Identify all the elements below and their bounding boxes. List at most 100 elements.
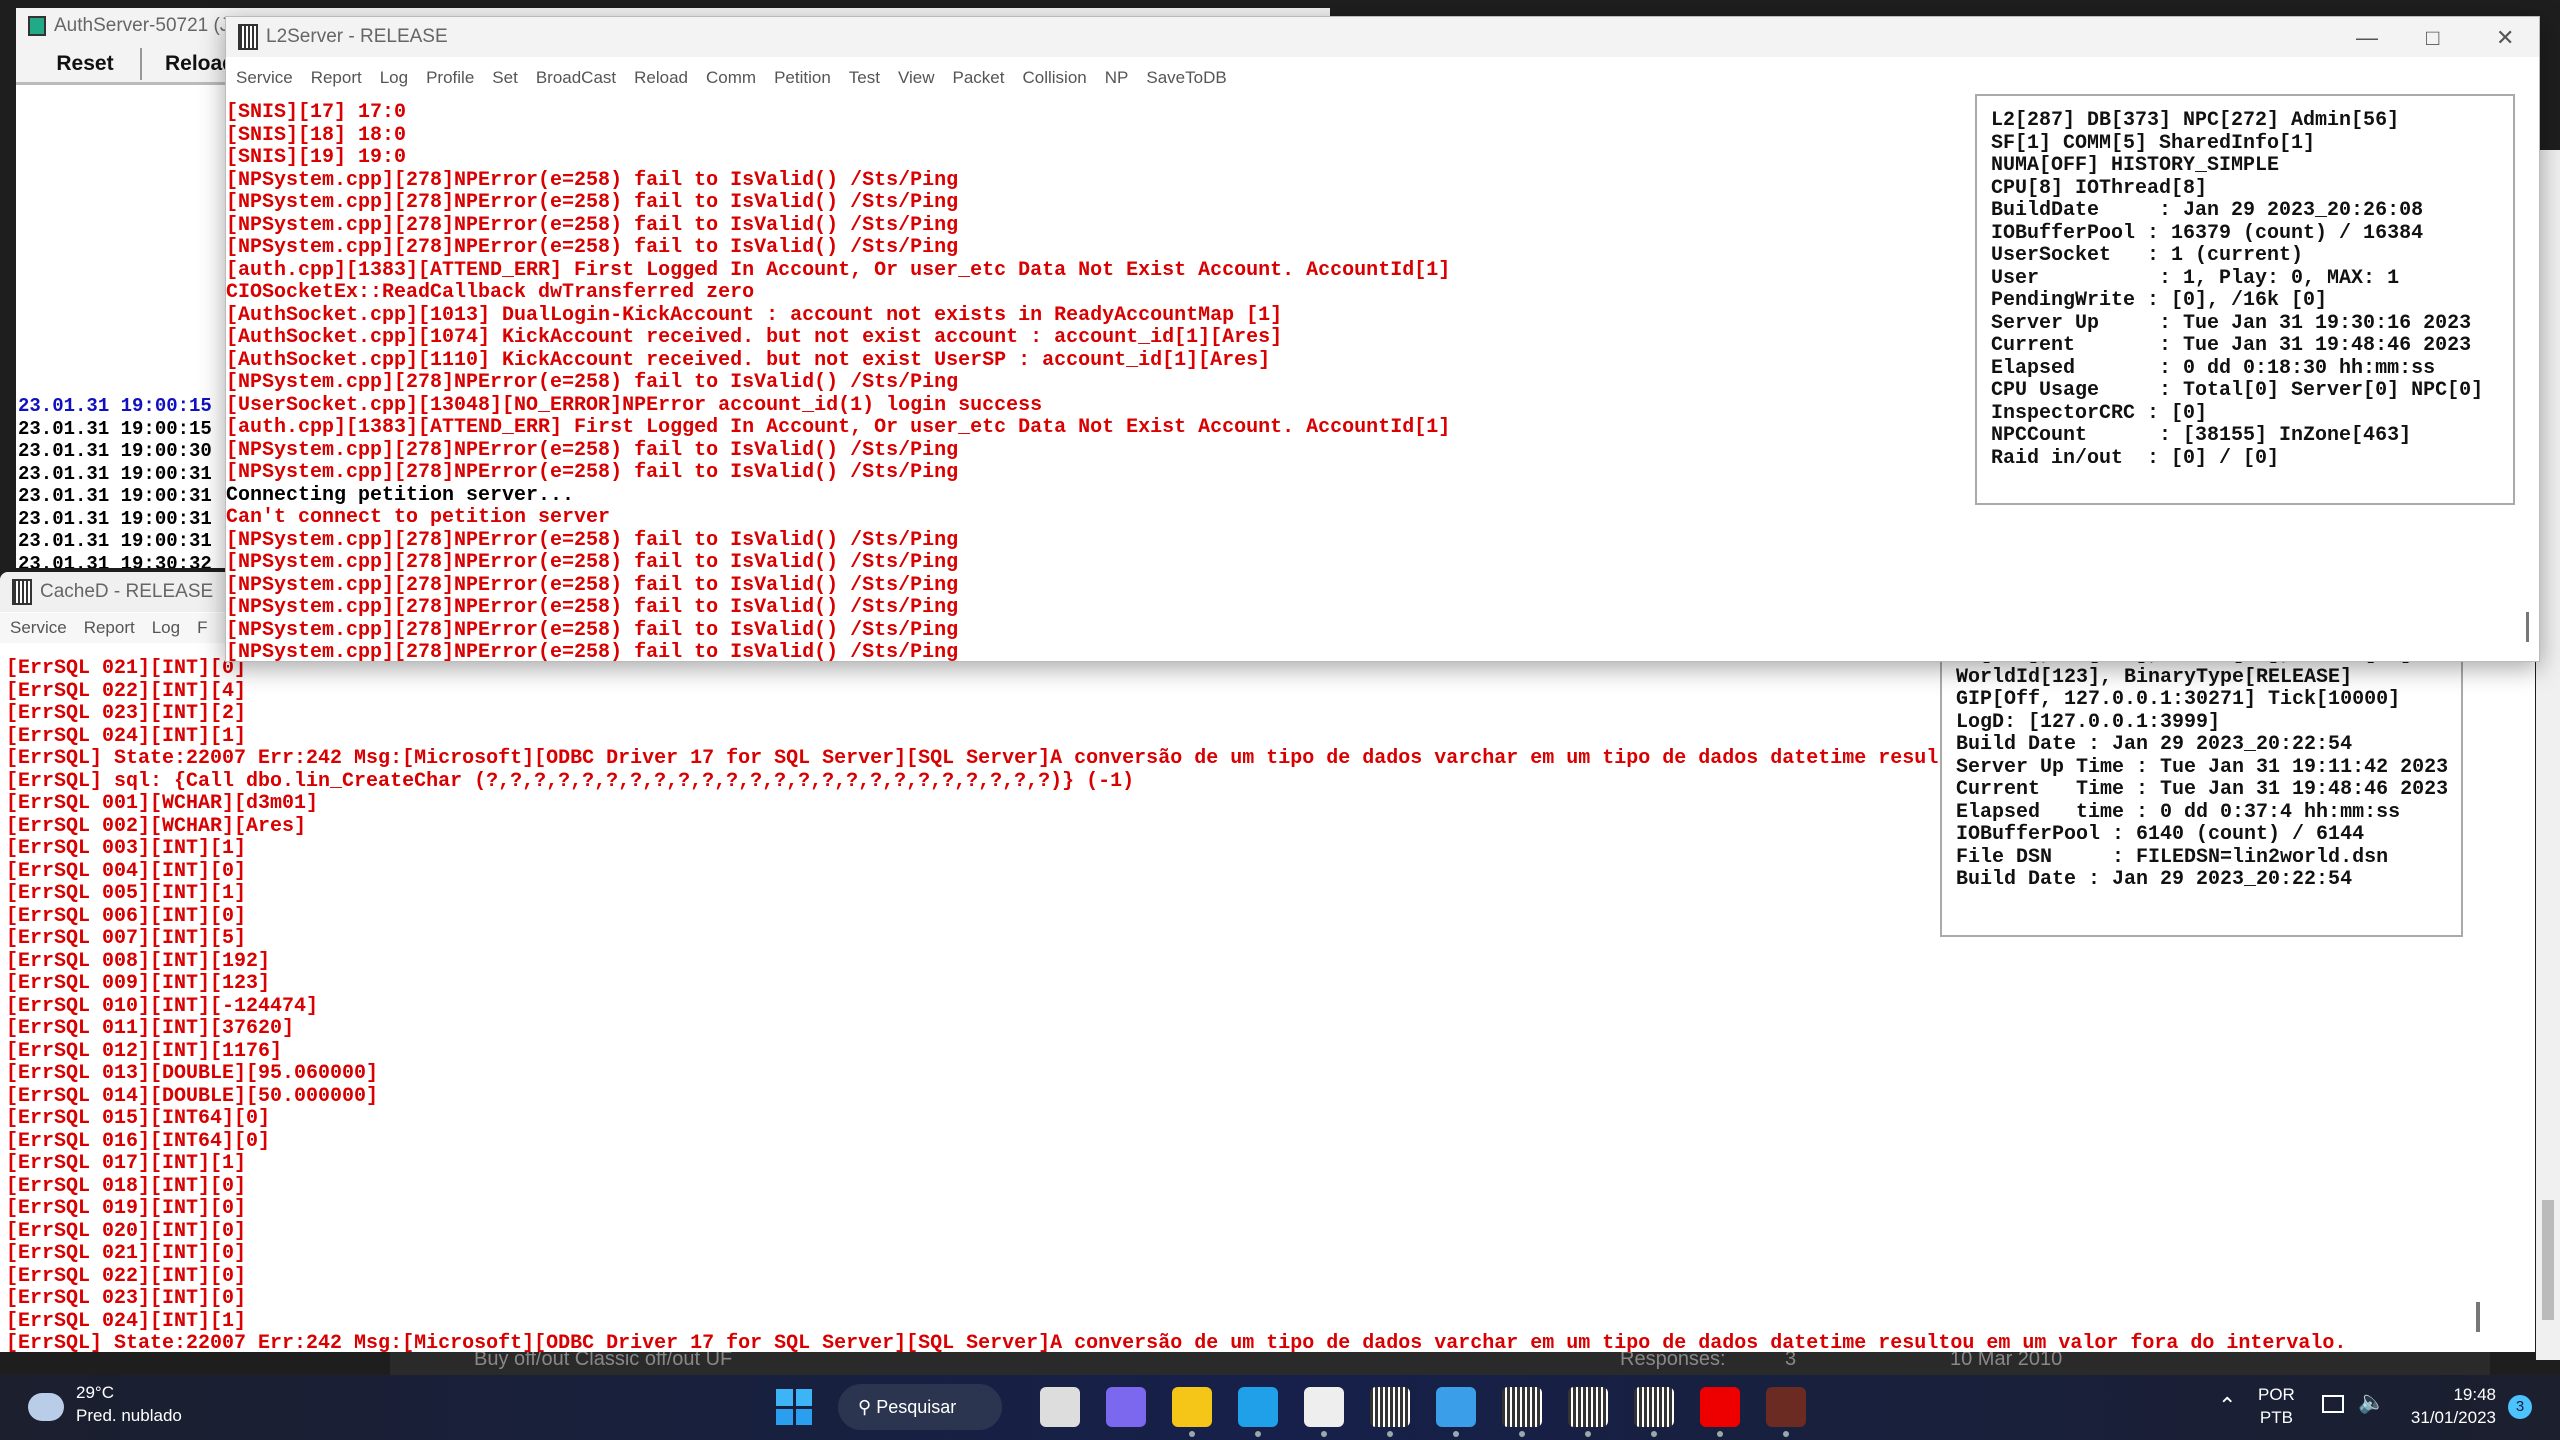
authserver-app-icon[interactable] [1568,1387,1608,1427]
menu-item-f[interactable]: F [197,618,207,638]
l2server-app-icon[interactable] [1370,1387,1410,1427]
minimize-button[interactable]: — [2356,25,2378,51]
info-line: Elapsed : 0 dd 0:18:30 hh:mm:ss [1991,356,2436,380]
info-line: NUMA[OFF] HISTORY_SIMPLE [1991,154,2280,177]
menu-item-collision[interactable]: Collision [1023,68,1087,88]
menu-item-np[interactable]: NP [1105,68,1129,88]
log-line: [ErrSQL 021][INT][0] [6,1242,247,1265]
menu-item-broadcast[interactable]: BroadCast [536,68,616,88]
menu-item-reload[interactable]: Reload [634,68,688,88]
l2server-log: [SNIS][17] 17:0 [SNIS][18] 18:0 [SNIS][19]… [226,101,1451,661]
log-line: [NPSystem.cpp][278]NPError(e=258) fail t… [226,191,959,214]
search-box[interactable]: ⚲ Pesquisar [838,1384,1002,1430]
menu-item-report[interactable]: Report [311,68,362,88]
network-icon[interactable] [2322,1395,2344,1413]
menu-item-comm[interactable]: Comm [706,68,756,88]
l2server-titlebar[interactable]: L2Server - RELEASE — □ ✕ [226,17,2539,57]
file-explorer-icon[interactable] [1172,1387,1212,1427]
cached-info-panel: L2[287], DB[373], NPCDB[14], Admin[56]Wo… [1940,642,2463,937]
menu-item-savetodb[interactable]: SaveToDB [1146,68,1226,88]
chat-icon[interactable] [1106,1387,1146,1427]
log-line: [ErrSQL 013][DOUBLE][95.060000] [6,1062,379,1085]
menu-item-petition[interactable]: Petition [774,68,831,88]
info-line: Server Up Time : Tue Jan 31 19:11:42 202… [1956,755,2449,779]
close-button[interactable]: ✕ [2496,25,2514,51]
tray-chevron-icon[interactable]: ⌃ [2218,1393,2236,1419]
info-line: CPU[8] IOThread[8] [1991,176,2208,200]
info-line: WorldId[123], BinaryType[RELEASE] [1956,665,2353,689]
menu-item-test[interactable]: Test [849,68,880,88]
weather-desc[interactable]: Pred. nublado [76,1406,182,1426]
log-line: 23.01.31 19:00:31 [18,462,212,485]
red-app-icon[interactable] [1700,1387,1740,1427]
menu-item-report[interactable]: Report [84,618,135,638]
volume-icon[interactable]: 🔈 [2358,1389,2385,1415]
info-line: BuildDate : Jan 29 2023_20:26:08 [1991,199,2424,222]
log-line: [ErrSQL 019][INT][0] [6,1197,247,1220]
log-line: [ErrSQL 020][INT][0] [6,1219,247,1243]
log-line: [auth.cpp][1383][ATTEND_ERR] First Logge… [226,258,1451,282]
log-line: [ErrSQL 014][DOUBLE][50.000000] [6,1084,379,1108]
bg-date: 10 Mar 2010 [1950,1352,2063,1370]
log-line: [ErrSQL 016][INT64][0] [6,1129,271,1153]
npcserver-app-icon[interactable] [1634,1387,1674,1427]
menu-item-view[interactable]: View [898,68,935,88]
info-line: CPU Usage : Total[0] Server[0] NPC[0] [1991,379,2484,402]
scroll-thumb[interactable] [2542,1200,2554,1320]
info-line: IOBufferPool : 16379 (count) / 16384 [1991,221,2424,245]
task-view-icon[interactable] [1040,1387,1080,1427]
log-line: [ErrSQL 012][INT][1176] [6,1039,283,1063]
running-indicator [1387,1431,1393,1437]
app-window-icon[interactable] [1436,1387,1476,1427]
log-line: [NPSystem.cpp][278]NPError(e=258) fail t… [226,618,959,642]
log-line: [ErrSQL 010][INT][-124474] [6,994,319,1018]
log-line: [ErrSQL 023][INT][0] [6,1287,247,1310]
search-icon: ⚲ [858,1397,872,1417]
info-line: PendingWrite : [0], /16k [0] [1991,289,2328,312]
menu-item-packet[interactable]: Packet [953,68,1005,88]
l2server-app-icon [238,24,258,50]
edge-icon[interactable] [1238,1387,1278,1427]
language-indicator[interactable]: POR PTB [2258,1383,2295,1429]
running-indicator [1453,1431,1459,1437]
reset-button[interactable]: Reset [30,48,142,80]
menu-item-log[interactable]: Log [152,618,180,638]
info-line: Current Time : Tue Jan 31 19:48:46 2023 [1956,778,2449,801]
log-line: [NPSystem.cpp][278]NPError(e=258) fail t… [226,461,959,484]
menu-item-service[interactable]: Service [10,618,67,638]
running-indicator [1651,1431,1657,1437]
log-line: [ErrSQL 011][INT][37620] [6,1017,295,1040]
log-line: [ErrSQL 018][INT][0] [6,1174,247,1198]
log-line: [SNIS][19] 19:0 [226,146,407,169]
clock-date: 31/01/2023 [2410,1408,2496,1427]
menu-item-profile[interactable]: Profile [426,68,474,88]
log-line: [NPSystem.cpp][278]NPError(e=258) fail t… [226,371,959,394]
cached-app-icon[interactable] [1502,1387,1542,1427]
clock[interactable]: 19:48 31/01/2023 [2400,1383,2496,1429]
running-indicator [1585,1431,1591,1437]
lineage-app-icon[interactable] [1766,1387,1806,1427]
weather-temp[interactable]: 29°C [76,1383,114,1403]
menu-item-service[interactable]: Service [236,68,293,88]
bg-responses: Responses: [1620,1352,1726,1370]
keyboard-layout: PTB [2259,1408,2293,1427]
menu-item-log[interactable]: Log [380,68,408,88]
info-line: UserSocket : 1 (current) [1991,244,2304,267]
cached-title: CacheD - RELEASE [40,581,214,602]
running-indicator [1255,1431,1261,1437]
store-icon[interactable] [1304,1387,1344,1427]
notification-badge[interactable]: 3 [2508,1395,2532,1419]
maximize-button[interactable]: □ [2426,25,2439,51]
l2-scroll-thumb[interactable] [2526,612,2529,642]
log-line: Can't connect to petition server [226,506,611,529]
log-line: [AuthSocket.cpp][1074] KickAccount recei… [226,326,1283,349]
start-button[interactable] [776,1389,812,1425]
cached-scroll-thumb[interactable] [2476,1302,2480,1332]
log-line: [NPSystem.cpp][278]NPError(e=258) fail t… [226,168,959,192]
menu-item-set[interactable]: Set [492,68,518,88]
log-line: [SNIS][17] 17:0 [226,101,407,124]
cached-window: CacheD - RELEASE Service Report Log F [ErrS… [0,572,2535,1352]
log-line: CIOSocketEx::ReadCallback dwTransferred … [226,281,755,304]
weather-icon [28,1393,64,1421]
info-line: User : 1, Play: 0, MAX: 1 [1991,266,2400,290]
